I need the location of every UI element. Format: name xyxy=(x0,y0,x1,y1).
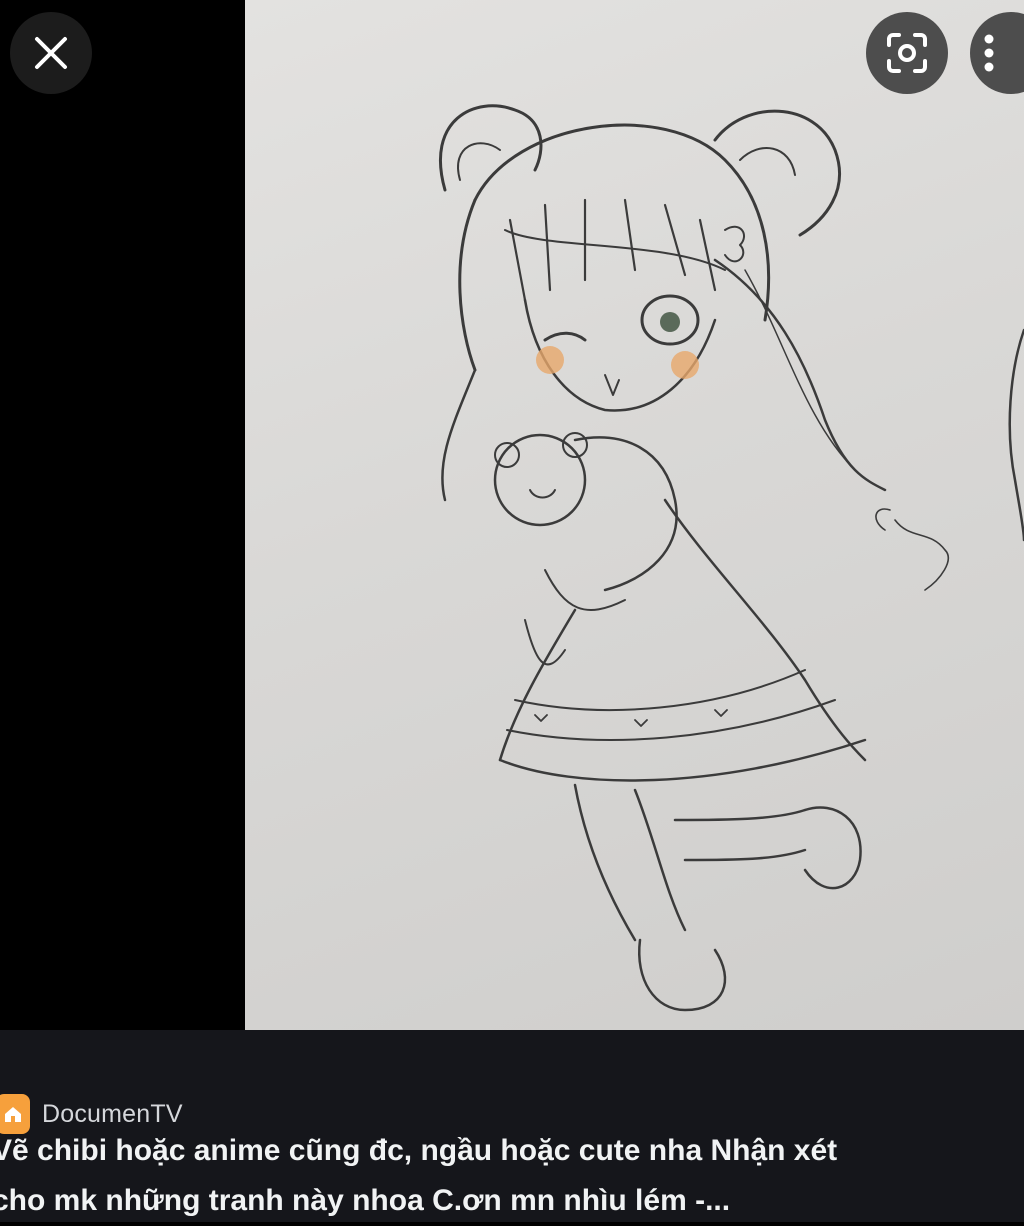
close-button[interactable] xyxy=(10,12,92,94)
close-icon xyxy=(35,37,67,69)
image-viewer xyxy=(0,0,1024,1030)
image-title-line-2: cho mk những tranh này nhoa C.ơn mn nhìu… xyxy=(0,1184,731,1217)
image-caption: DocumenTV Vẽ chibi hoặc anime cũng đc, n… xyxy=(0,1030,1024,1222)
more-vertical-icon xyxy=(984,34,994,72)
home-icon xyxy=(5,1107,21,1122)
image-title[interactable]: Vẽ chibi hoặc anime cũng đc, ngầu hoặc c… xyxy=(0,1126,1002,1226)
pencil-sketch-illustration xyxy=(438,104,1024,1012)
image-title-line-1: Vẽ chibi hoặc anime cũng đc, ngầu hoặc c… xyxy=(0,1134,838,1167)
preview-image[interactable] xyxy=(245,0,1024,1030)
lens-icon xyxy=(887,33,927,73)
source-name: DocumenTV xyxy=(42,1099,183,1128)
lens-search-button[interactable] xyxy=(866,12,948,94)
